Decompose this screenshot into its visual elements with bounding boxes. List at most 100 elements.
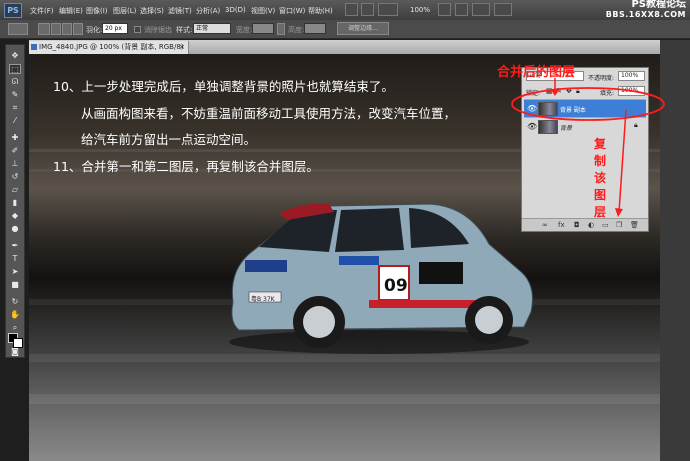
- view-extras-icon[interactable]: [378, 3, 398, 16]
- refine-edge-button[interactable]: 调整边缘...: [337, 22, 389, 35]
- new-layer-icon[interactable]: ❐: [616, 221, 622, 229]
- menu-help[interactable]: 帮助(H): [308, 6, 333, 16]
- lock-pixels-icon[interactable]: ✎: [556, 87, 562, 95]
- visibility-eye-icon[interactable]: 👁︎: [527, 104, 537, 113]
- menu-image[interactable]: 图像(I): [86, 6, 108, 16]
- add-selection-icon[interactable]: [51, 23, 61, 35]
- mini-bridge-icon[interactable]: [361, 3, 374, 16]
- watermark: PS教程论坛 BBS.16XX8.COM: [606, 0, 686, 20]
- bridge-icon[interactable]: [345, 3, 358, 16]
- layer-thumbnail: [538, 120, 558, 134]
- delete-layer-icon[interactable]: 🗑︎: [630, 221, 639, 229]
- menu-3d[interactable]: 3D(D): [225, 6, 246, 14]
- hand-icon[interactable]: [438, 3, 451, 16]
- style-label: 样式:: [176, 26, 193, 34]
- opacity-label: 不透明度:: [588, 75, 615, 82]
- style-select[interactable]: 正常: [193, 23, 231, 34]
- lasso-tool-icon[interactable]: ᘏ: [9, 77, 21, 87]
- quick-select-tool-icon[interactable]: ✎: [9, 90, 21, 100]
- layer-row-background-copy[interactable]: 👁︎ 背景 副本: [524, 99, 646, 117]
- watermark-url: BBS.16XX8.COM: [605, 10, 686, 19]
- tutorial-line-3: 给汽车前方留出一点运动空间。: [81, 132, 257, 147]
- layers-panel: 正常 不透明度: 100% 锁定: ▦ ✎ ✥ 🔒︎ 填充: 100% 👁︎ 背…: [521, 67, 649, 232]
- antialias-checkbox[interactable]: [134, 26, 141, 33]
- move-tool-icon[interactable]: ✥: [9, 51, 21, 61]
- lock-transparency-icon[interactable]: ▦: [546, 87, 553, 95]
- fill-label: 填充:: [600, 90, 615, 97]
- height-input[interactable]: [304, 23, 326, 34]
- eyedropper-tool-icon[interactable]: ⁄: [9, 116, 21, 126]
- layer-name: 背景 副本: [560, 107, 586, 114]
- photoshop-logo: PS: [4, 3, 22, 18]
- history-brush-tool-icon[interactable]: ↺: [9, 172, 21, 182]
- new-selection-icon[interactable]: [38, 23, 50, 35]
- quick-mask-icon[interactable]: ◙: [9, 347, 21, 357]
- layer-style-icon[interactable]: fx: [558, 221, 565, 229]
- shape-tool-icon[interactable]: ■: [9, 280, 21, 290]
- lock-position-icon[interactable]: ✥: [566, 87, 572, 95]
- dodge-tool-icon[interactable]: ●: [9, 224, 21, 234]
- layers-panel-footer: ∞ fx ◘ ◐ ▭ ❐ 🗑︎: [522, 218, 648, 231]
- layer-lock-icon: 🔒︎: [634, 121, 638, 129]
- menu-window[interactable]: 窗口(W): [279, 6, 305, 16]
- subtract-selection-icon[interactable]: [62, 23, 72, 35]
- marquee-tool-icon[interactable]: ⬚: [9, 64, 21, 74]
- adjustment-layer-icon[interactable]: ◐: [588, 221, 594, 229]
- path-selection-tool-icon[interactable]: ➤: [9, 267, 21, 277]
- crop-tool-icon[interactable]: ⌗: [9, 103, 21, 113]
- eraser-tool-icon[interactable]: ▱: [9, 185, 21, 195]
- menu-bar: PS 文件(F) 编辑(E) 图像(I) 图层(L) 选择(S) 滤镜(T) 分…: [0, 0, 690, 20]
- zoom-icon[interactable]: [455, 3, 468, 16]
- 3d-rotate-tool-icon[interactable]: ↻: [9, 297, 21, 307]
- zoom-tool-icon[interactable]: ⌕: [9, 323, 21, 333]
- tutorial-line-4: 11、合并第一和第二图层，再复制该合并图层。: [53, 159, 319, 174]
- layer-mask-icon[interactable]: ◘: [574, 221, 580, 229]
- link-layers-icon[interactable]: ∞: [542, 221, 548, 229]
- blur-tool-icon[interactable]: ◆: [9, 211, 21, 221]
- menu-filter[interactable]: 滤镜(T): [168, 6, 192, 16]
- visibility-eye-icon[interactable]: 👁︎: [527, 122, 537, 131]
- options-bar: 羽化: 20 px 消除锯齿 样式: 正常 宽度: 高度: 调整边缘...: [0, 20, 690, 39]
- tutorial-line-2: 从画面构图来看，不妨重温前面移动工具使用方法，改变汽车位置，: [81, 106, 457, 121]
- layer-row-background[interactable]: 👁︎ 背景 🔒︎: [524, 117, 646, 135]
- feather-input[interactable]: 20 px: [102, 23, 128, 34]
- hand-tool-icon[interactable]: ✋: [9, 310, 21, 320]
- menu-view[interactable]: 视图(V): [251, 6, 275, 16]
- feather-label: 羽化:: [86, 26, 103, 34]
- width-input[interactable]: [252, 23, 274, 34]
- gradient-tool-icon[interactable]: ▮: [9, 198, 21, 208]
- intersect-selection-icon[interactable]: [73, 23, 83, 35]
- car-banner: [245, 260, 287, 272]
- document-icon: [31, 44, 37, 50]
- pen-tool-icon[interactable]: ✒: [9, 241, 21, 251]
- document-tab[interactable]: IMG_4840.JPG @ 100% (背景 副本, RGB/8) * ×: [29, 41, 189, 64]
- fill-input[interactable]: 100%: [618, 86, 645, 96]
- document-tab-bar: IMG_4840.JPG @ 100% (背景 副本, RGB/8) * ×: [29, 40, 660, 64]
- swap-dimensions-icon[interactable]: [277, 23, 285, 35]
- close-tab-icon[interactable]: ×: [179, 41, 185, 54]
- arrange-documents-icon[interactable]: [472, 3, 490, 16]
- annotation-char: 该: [594, 171, 607, 185]
- car-number: 09: [384, 276, 408, 296]
- lock-all-icon[interactable]: 🔒︎: [576, 87, 580, 96]
- marquee-tool-preset-icon[interactable]: [8, 23, 28, 35]
- menu-layer[interactable]: 图层(L): [113, 6, 136, 16]
- screen-mode-icon[interactable]: [494, 3, 512, 16]
- zoom-level[interactable]: 100%: [410, 6, 430, 14]
- menu-analysis[interactable]: 分析(A): [196, 6, 220, 16]
- type-tool-icon[interactable]: T: [9, 254, 21, 264]
- antialias-label: 消除锯齿: [144, 26, 172, 34]
- opacity-input[interactable]: 100%: [618, 71, 645, 81]
- clone-stamp-tool-icon[interactable]: ⊥: [9, 159, 21, 169]
- annotation-char: 制: [594, 154, 607, 168]
- menu-select[interactable]: 选择(S): [140, 6, 164, 16]
- brush-tool-icon[interactable]: ✐: [9, 146, 21, 156]
- menu-edit[interactable]: 编辑(E): [59, 6, 83, 16]
- new-group-icon[interactable]: ▭: [602, 221, 609, 229]
- width-label: 宽度:: [236, 26, 253, 34]
- right-panel-dock: [660, 40, 690, 461]
- healing-brush-tool-icon[interactable]: ✚: [9, 133, 21, 143]
- menu-file[interactable]: 文件(F): [30, 6, 54, 16]
- lock-label: 锁定:: [526, 90, 541, 97]
- layer-thumbnail: [538, 102, 558, 116]
